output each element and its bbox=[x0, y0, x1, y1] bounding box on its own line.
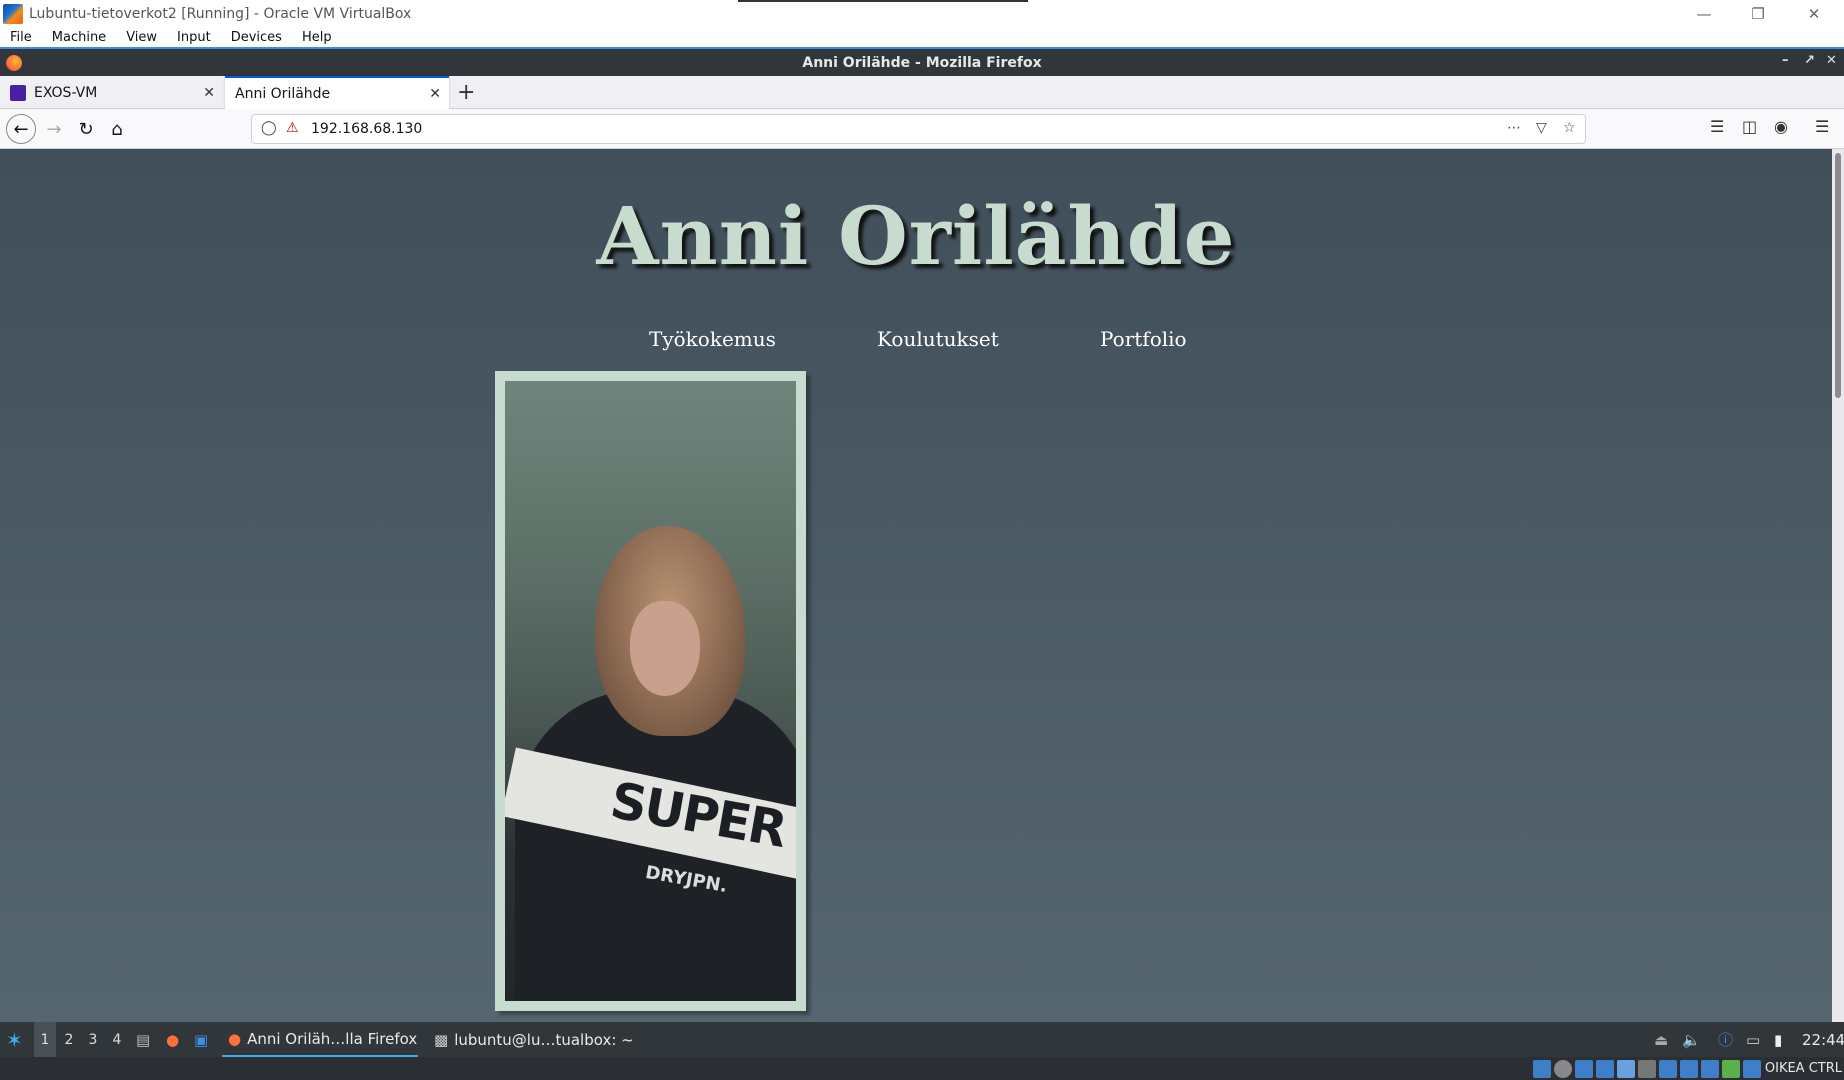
tab-anni-orilahde[interactable]: Anni Orilähde ✕ bbox=[225, 76, 449, 109]
ff-close-icon[interactable]: ✕ bbox=[1826, 53, 1837, 68]
minimize-icon[interactable]: — bbox=[1686, 0, 1722, 27]
menu-devices[interactable]: Devices bbox=[221, 30, 292, 45]
clock[interactable]: 22:44 bbox=[1802, 1022, 1844, 1057]
page-actions-icon[interactable]: ⋯ bbox=[1507, 120, 1521, 136]
ff-minimize-icon[interactable]: – bbox=[1782, 53, 1789, 68]
vm-device-icons bbox=[1532, 1059, 1761, 1078]
network-icon[interactable]: ▭ bbox=[1746, 1022, 1760, 1057]
restore-icon[interactable]: ❐ bbox=[1740, 0, 1776, 27]
sidebar-icon[interactable]: ◫ bbox=[1742, 117, 1757, 136]
desktop-3[interactable]: 3 bbox=[82, 1022, 104, 1057]
file-manager-icon[interactable]: ▤ bbox=[136, 1022, 150, 1057]
url-bar[interactable]: ◯ ⚠ 192.168.68.130 ⋯ ▽ ☆ bbox=[251, 114, 1586, 144]
vm-state-icon[interactable] bbox=[1721, 1059, 1740, 1078]
firefox-task-icon: ● bbox=[228, 1029, 242, 1048]
menu-file[interactable]: File bbox=[0, 30, 42, 45]
firefox-launcher-icon[interactable]: ● bbox=[166, 1022, 179, 1057]
profile-photo-frame: SUPER DRYJPN. bbox=[495, 371, 806, 1011]
page-heading: Anni Orilähde bbox=[596, 189, 1236, 283]
account-icon[interactable]: ◉ bbox=[1774, 117, 1788, 136]
show-desktop-icon[interactable]: ▣ bbox=[194, 1022, 208, 1057]
virtualbox-statusbar: OIKEA CTRL bbox=[0, 1057, 1844, 1080]
host-key-label: OIKEA CTRL bbox=[1764, 1061, 1842, 1076]
eject-icon[interactable]: ⏏ bbox=[1654, 1022, 1668, 1057]
firefox-window-title: Anni Orilähde - Mozilla Firefox bbox=[802, 54, 1042, 71]
nav-link-portfolio[interactable]: Portfolio bbox=[1100, 327, 1187, 351]
network-adapter-icon[interactable] bbox=[1595, 1059, 1614, 1078]
page-scrollbar[interactable] bbox=[1832, 149, 1844, 1022]
volume-icon[interactable]: 🔈 bbox=[1682, 1022, 1701, 1057]
desktop-4[interactable]: 4 bbox=[106, 1022, 128, 1057]
firefox-icon bbox=[6, 55, 22, 71]
desktop-2[interactable]: 2 bbox=[58, 1022, 80, 1057]
terminal-icon: ▩ bbox=[434, 1030, 449, 1049]
menu-view[interactable]: View bbox=[116, 30, 167, 45]
bookmark-star-icon[interactable]: ☆ bbox=[1563, 120, 1576, 136]
new-tab-icon[interactable]: + bbox=[457, 80, 475, 105]
virtualbox-titlebar: Lubuntu-tietoverkot2 [Running] - Oracle … bbox=[0, 0, 1844, 27]
optical-drive-icon[interactable] bbox=[1553, 1059, 1572, 1078]
library-icon[interactable]: ☰ bbox=[1710, 117, 1724, 136]
shared-folders-icon[interactable] bbox=[1637, 1059, 1656, 1078]
menu-input[interactable]: Input bbox=[167, 30, 221, 45]
taskbar-panel: ✶ 1 2 3 4 ▤ ● ▣ ● Anni Oriläh…lla Firefo… bbox=[0, 1022, 1844, 1057]
task-label: lubuntu@lu…tualbox: ~ bbox=[454, 1030, 634, 1049]
usb-icon[interactable] bbox=[1616, 1059, 1635, 1078]
tab-exos-vm[interactable]: EXOS-VM ✕ bbox=[0, 76, 223, 109]
mouse-integration-icon[interactable] bbox=[1742, 1059, 1761, 1078]
titlebar-indicator bbox=[738, 0, 1028, 2]
menu-help[interactable]: Help bbox=[292, 30, 342, 45]
tab-close-icon[interactable]: ✕ bbox=[203, 85, 215, 101]
tab-label: Anni Orilähde bbox=[235, 85, 331, 102]
back-arrow-icon[interactable]: ← bbox=[6, 114, 36, 144]
reload-icon[interactable]: ↻ bbox=[72, 115, 100, 143]
start-menu-icon[interactable]: ✶ bbox=[6, 1022, 23, 1057]
storage-icon[interactable] bbox=[1532, 1059, 1551, 1078]
ff-maximize-icon[interactable]: ↗ bbox=[1804, 53, 1815, 68]
navigation-toolbar: ← → ↻ ⌂ ◯ ⚠ 192.168.68.130 ⋯ ▽ ☆ ☰ ◫ ◉ ☰ bbox=[0, 109, 1844, 149]
shield-icon[interactable]: ◯ bbox=[261, 120, 277, 136]
clipboard-icon[interactable]: ▮ bbox=[1774, 1022, 1782, 1057]
close-icon[interactable]: ✕ bbox=[1796, 0, 1832, 27]
display-icon[interactable] bbox=[1658, 1059, 1677, 1078]
desktop-1[interactable]: 1 bbox=[34, 1022, 56, 1057]
web-page: Anni Orilähde Työkokemus Koulutukset Por… bbox=[0, 149, 1832, 1022]
firefox-titlebar: Anni Orilähde - Mozilla Firefox – ↗ ✕ bbox=[0, 49, 1844, 76]
virtualbox-window-title: Lubuntu-tietoverkot2 [Running] - Oracle … bbox=[29, 5, 412, 22]
cpu-icon[interactable] bbox=[1700, 1059, 1719, 1078]
tab-strip: EXOS-VM ✕ Anni Orilähde ✕ + bbox=[0, 76, 1844, 109]
task-firefox[interactable]: ● Anni Oriläh…lla Firefox bbox=[222, 1022, 418, 1057]
exos-favicon-icon bbox=[10, 84, 26, 101]
task-terminal[interactable]: ▩ lubuntu@lu…tualbox: ~ bbox=[428, 1022, 634, 1057]
virtualbox-menubar: File Machine View Input Devices Help bbox=[0, 27, 1844, 49]
tab-label: EXOS-VM bbox=[34, 84, 98, 101]
scrollbar-thumb[interactable] bbox=[1835, 153, 1841, 398]
forward-arrow-icon[interactable]: → bbox=[40, 115, 68, 143]
insecure-lock-icon[interactable]: ⚠ bbox=[286, 120, 299, 136]
home-icon[interactable]: ⌂ bbox=[103, 115, 131, 143]
photo-face bbox=[630, 601, 700, 696]
tab-close-icon[interactable]: ✕ bbox=[429, 86, 441, 102]
virtualbox-logo-icon bbox=[3, 3, 23, 24]
task-label: Anni Oriläh…lla Firefox bbox=[247, 1029, 418, 1048]
pocket-icon[interactable]: ▽ bbox=[1536, 120, 1547, 136]
nav-link-koulutukset[interactable]: Koulutukset bbox=[877, 327, 999, 351]
url-text[interactable]: 192.168.68.130 bbox=[311, 121, 422, 137]
nav-link-tyokokemus[interactable]: Työkokemus bbox=[649, 327, 776, 351]
menu-machine[interactable]: Machine bbox=[42, 30, 116, 45]
recording-icon[interactable] bbox=[1679, 1059, 1698, 1078]
audio-icon[interactable] bbox=[1574, 1059, 1593, 1078]
profile-photo: SUPER DRYJPN. bbox=[505, 381, 796, 1001]
menu-hamburger-icon[interactable]: ☰ bbox=[1815, 117, 1829, 136]
notification-icon[interactable]: ⓘ bbox=[1718, 1022, 1733, 1057]
